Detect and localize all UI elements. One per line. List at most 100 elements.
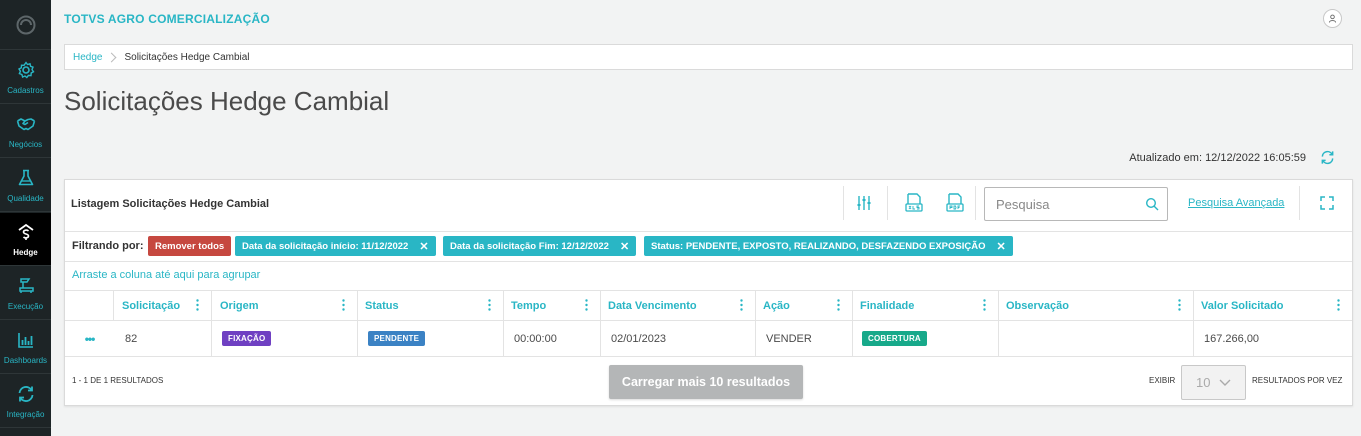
close-icon[interactable]: ✕: [996, 240, 1005, 253]
header-cell-solicitacao[interactable]: Solicitação: [114, 291, 212, 320]
header-cell-acao[interactable]: Ação: [756, 291, 853, 320]
filter-bar: Filtrando por: Remover todos Data da sol…: [65, 231, 1352, 261]
sidebar-item-label: Negócios: [8, 139, 43, 149]
cell-status: PENDENTE: [358, 321, 504, 356]
header-cell-observacao[interactable]: Observação: [999, 291, 1194, 320]
column-header-label: Ação: [763, 299, 790, 312]
cell-solicitacao: 82: [114, 321, 212, 356]
header-cell-valor[interactable]: Valor Solicitado: [1194, 291, 1352, 320]
sidebar-item-negocios[interactable]: Negócios: [0, 105, 51, 158]
expand-icon: [1320, 196, 1334, 210]
header-cell-tempo[interactable]: Tempo: [504, 291, 601, 320]
advanced-search-link[interactable]: Pesquisa Avançada: [1188, 197, 1284, 209]
list-card: Listagem Solicitações Hedge Cambial Pesq…: [64, 179, 1353, 406]
column-menu-icon[interactable]: [837, 299, 840, 311]
filter-chip-label: Data da solicitação Fim: 12/12/2022: [450, 240, 609, 252]
sync-icon: [18, 385, 33, 402]
remove-all-filters-button[interactable]: Remover todos: [148, 236, 232, 256]
column-menu-icon[interactable]: [1337, 299, 1340, 311]
page-size-value: 10: [1196, 375, 1211, 390]
column-header-label: Observação: [1006, 299, 1069, 312]
columns-settings-button[interactable]: [853, 192, 875, 214]
sidebar-item-label: Cadastros: [7, 85, 44, 95]
header-cell-status[interactable]: Status: [358, 291, 504, 320]
column-header-label: Valor Solicitado: [1201, 299, 1284, 312]
column-menu-icon[interactable]: [740, 299, 743, 311]
column-header-label: Tempo: [511, 299, 547, 312]
logo-icon[interactable]: [0, 0, 51, 50]
cell-acao: VENDER: [756, 321, 853, 356]
cell-text: VENDER: [766, 332, 812, 345]
chevron-right-icon: [107, 52, 117, 62]
cell-valor: 167.266,00: [1194, 321, 1352, 356]
sliders-icon: [857, 196, 871, 210]
header-cell-vencimento[interactable]: Data Vencimento: [601, 291, 756, 320]
sidebar-item-dashboards[interactable]: Dashboards: [0, 321, 51, 374]
flask-icon: [18, 169, 33, 185]
cell-text: 02/01/2023: [611, 332, 667, 345]
handshake-icon: [16, 117, 35, 130]
pdf-file-icon: [946, 193, 964, 212]
origin-badge: FIXAÇÃO: [222, 331, 272, 346]
column-header-label: Data Vencimento: [608, 299, 697, 312]
sidebar-item-integracao[interactable]: Integração: [0, 375, 51, 428]
bar-chart-icon: [17, 332, 33, 348]
export-xls-button[interactable]: [903, 192, 925, 214]
status-badge: PENDENTE: [368, 331, 426, 346]
column-menu-icon[interactable]: [342, 299, 345, 311]
per-page-label: RESULTADOS POR VEZ: [1252, 376, 1343, 385]
export-pdf-button[interactable]: [944, 192, 966, 214]
show-label: EXIBIR: [1149, 376, 1176, 385]
data-table: Solicitação Origem Status Tempo Data Ven…: [65, 290, 1352, 357]
sidebar-item-cadastros[interactable]: Cadastros: [0, 51, 51, 104]
header-cell-finalidade[interactable]: Finalidade: [853, 291, 999, 320]
toolbar-divider: [1299, 186, 1300, 220]
column-menu-icon[interactable]: [488, 299, 491, 311]
purpose-badge: COBERTURA: [862, 331, 927, 346]
fullscreen-button[interactable]: [1316, 192, 1338, 214]
execution-icon: [18, 277, 34, 293]
filter-chip-label: Status: PENDENTE, EXPOSTO, REALIZANDO, D…: [651, 240, 986, 252]
column-header-label: Origem: [220, 299, 259, 312]
user-menu-button[interactable]: [1323, 9, 1342, 28]
cell-vencimento: 02/01/2023: [601, 321, 756, 356]
load-more-button[interactable]: Carregar mais 10 resultados: [609, 365, 803, 399]
search-input[interactable]: [996, 189, 1146, 219]
refresh-icon[interactable]: [1320, 150, 1335, 165]
search-icon[interactable]: [1145, 197, 1159, 211]
column-menu-icon[interactable]: [585, 299, 588, 311]
cell-observacao: [999, 321, 1194, 356]
filter-chip: Data da solicitação início: 11/12/2022 ✕: [235, 236, 436, 256]
cell-text: 00:00:00: [514, 332, 557, 345]
breadcrumb-link-hedge[interactable]: Hedge: [73, 52, 102, 63]
column-header-label: Status: [365, 299, 399, 312]
sidebar-item-label: Dashboards: [3, 355, 48, 365]
cell-finalidade: COBERTURA: [853, 321, 999, 356]
column-menu-icon[interactable]: [1178, 299, 1181, 311]
filter-chip: Data da solicitação Fim: 12/12/2022 ✕: [443, 236, 637, 256]
user-icon: [1328, 14, 1337, 23]
page-title: Solicitações Hedge Cambial: [64, 86, 390, 116]
column-menu-icon[interactable]: [983, 299, 986, 311]
table-row[interactable]: ••• 82 FIXAÇÃO PENDENTE 00:00:00 02/01/2…: [65, 321, 1352, 357]
header-cell-origem[interactable]: Origem: [212, 291, 358, 320]
group-drop-zone[interactable]: Arraste a coluna até aqui para agrupar: [65, 261, 1352, 291]
cell-text: 82: [125, 332, 138, 345]
close-icon[interactable]: ✕: [419, 240, 428, 253]
column-menu-icon[interactable]: [196, 299, 199, 311]
table-header-row: Solicitação Origem Status Tempo Data Ven…: [65, 291, 1352, 321]
sidebar-item-execucao[interactable]: Execução: [0, 267, 51, 320]
row-actions-button[interactable]: •••: [65, 321, 114, 356]
more-icon: •••: [84, 331, 96, 346]
column-header-label: Solicitação: [122, 299, 181, 312]
sidebar-item-qualidade[interactable]: Qualidade: [0, 159, 51, 212]
gear-icon: [17, 60, 35, 79]
close-icon[interactable]: ✕: [620, 240, 629, 253]
hedge-icon: [17, 223, 34, 240]
page-size-select[interactable]: 10: [1181, 365, 1246, 400]
cell-tempo: 00:00:00: [504, 321, 601, 356]
filter-label: Filtrando por:: [72, 240, 144, 252]
sidebar-item-hedge[interactable]: Hedge: [0, 213, 51, 266]
card-title: Listagem Solicitações Hedge Cambial: [71, 198, 270, 210]
filter-chip: Status: PENDENTE, EXPOSTO, REALIZANDO, D…: [644, 236, 1013, 256]
